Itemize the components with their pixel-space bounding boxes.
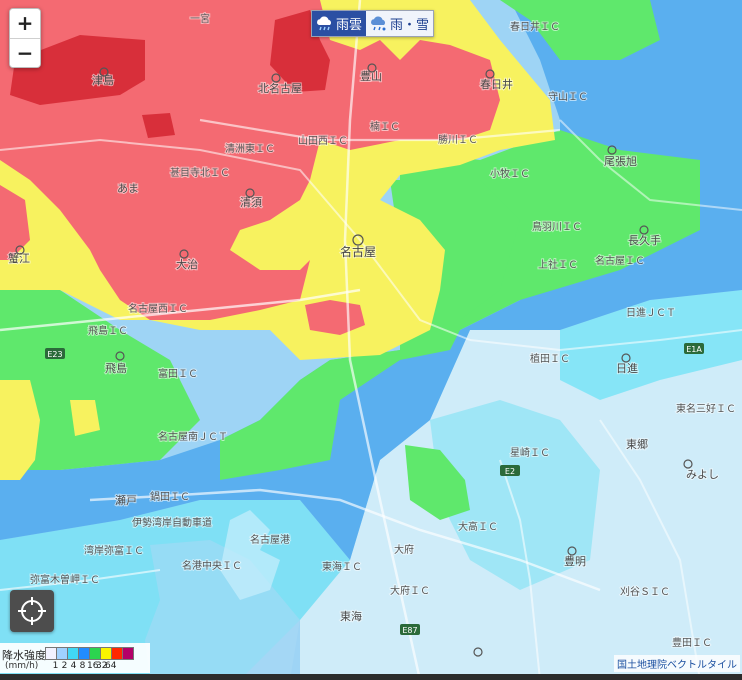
layer-switcher: 雨雲 雨・雪	[311, 10, 435, 37]
zoom-control: + −	[9, 8, 41, 68]
svg-text:大高ＩＣ: 大高ＩＣ	[458, 520, 498, 533]
svg-text:北名古屋: 北名古屋	[258, 81, 302, 95]
svg-text:富田ＩＣ: 富田ＩＣ	[158, 367, 198, 380]
svg-text:E1A: E1A	[686, 345, 702, 354]
svg-text:長久手: 長久手	[628, 233, 661, 247]
svg-text:清須: 清須	[240, 196, 262, 209]
svg-text:E2: E2	[505, 467, 515, 476]
rain-cloud-icon	[317, 15, 332, 30]
layer-rain-snow-label: 雨・雪	[390, 18, 430, 33]
svg-text:山田西ＩＣ: 山田西ＩＣ	[298, 135, 348, 147]
svg-text:日進ＪＣＴ: 日進ＪＣＴ	[626, 307, 676, 319]
svg-text:東海ＩＣ: 東海ＩＣ	[322, 560, 362, 573]
precip-zone-yellow-spot	[70, 400, 100, 436]
legend-tick: 1	[52, 661, 59, 671]
svg-text:小牧ＩＣ: 小牧ＩＣ	[490, 167, 530, 180]
svg-text:名古屋ＩＣ: 名古屋ＩＣ	[595, 254, 645, 267]
svg-text:楠ＩＣ: 楠ＩＣ	[370, 120, 400, 133]
svg-text:東名三好ＩＣ: 東名三好ＩＣ	[676, 402, 736, 415]
svg-text:蟹江: 蟹江	[8, 251, 30, 265]
legend-tick: 4	[70, 661, 77, 671]
layer-rain-snow-button[interactable]: 雨・雪	[366, 11, 434, 36]
svg-text:勝川ＩＣ: 勝川ＩＣ	[438, 133, 478, 146]
svg-text:伊勢湾岸自動車道: 伊勢湾岸自動車道	[132, 516, 212, 529]
svg-text:大府: 大府	[394, 543, 414, 556]
svg-text:津島: 津島	[92, 73, 114, 87]
legend-tick: 2	[61, 661, 68, 671]
layer-rain-cloud-label: 雨雲	[336, 18, 363, 33]
svg-text:春日井ＩＣ: 春日井ＩＣ	[510, 20, 560, 33]
legend-tick: 8	[79, 661, 86, 671]
svg-text:甚目寺北ＩＣ: 甚目寺北ＩＣ	[170, 167, 230, 179]
svg-text:湾岸弥富ＩＣ: 湾岸弥富ＩＣ	[84, 544, 144, 557]
bottom-bar	[0, 674, 742, 680]
precipitation-legend: 降水強度 (mm/h) 1 2 4 8 16 32 64	[0, 643, 150, 673]
layer-rain-cloud-button[interactable]: 雨雲	[312, 11, 367, 36]
zoom-in-button[interactable]: +	[10, 9, 40, 38]
legend-tick: 16	[87, 661, 99, 671]
precipitation-map[interactable]: E23 E1A E87 E2 一宮 春日井ＩＣ 津島 北名古屋 豊山 春日井 守…	[0, 0, 742, 680]
svg-text:大治: 大治	[176, 257, 198, 271]
svg-text:名港中央ＩＣ: 名港中央ＩＣ	[182, 559, 242, 572]
svg-text:豊明: 豊明	[564, 555, 586, 568]
svg-text:名古屋: 名古屋	[340, 244, 376, 259]
svg-text:名古屋港: 名古屋港	[250, 533, 290, 546]
svg-text:日進: 日進	[616, 362, 638, 375]
legend-ticks: 1 2 4 8 16 32 64	[51, 661, 117, 671]
svg-text:飛島ＩＣ: 飛島ＩＣ	[88, 324, 128, 337]
svg-text:名古屋西ＩＣ: 名古屋西ＩＣ	[128, 302, 188, 315]
svg-text:E87: E87	[402, 626, 417, 635]
svg-text:鳥羽川ＩＣ: 鳥羽川ＩＣ	[532, 220, 582, 233]
svg-text:大府ＩＣ: 大府ＩＣ	[390, 584, 430, 597]
svg-text:東郷: 東郷	[626, 437, 648, 451]
svg-text:春日井: 春日井	[480, 77, 513, 91]
map-attribution-link[interactable]: 国土地理院ベクトルタイル	[614, 655, 740, 672]
legend-swatch	[122, 647, 134, 660]
legend-tick: 32	[96, 661, 108, 671]
svg-text:一宮: 一宮	[190, 12, 210, 25]
svg-text:あま: あま	[117, 182, 139, 195]
current-location-button[interactable]	[10, 590, 54, 632]
legend-unit: (mm/h)	[5, 661, 39, 671]
svg-text:E23: E23	[47, 350, 62, 359]
svg-text:瀬戸: 瀬戸	[115, 493, 137, 507]
zoom-out-button[interactable]: −	[10, 38, 40, 67]
svg-text:上社ＩＣ: 上社ＩＣ	[538, 258, 578, 271]
svg-text:尾張旭: 尾張旭	[604, 154, 637, 168]
svg-text:豊田ＩＣ: 豊田ＩＣ	[672, 636, 712, 649]
svg-text:星崎ＩＣ: 星崎ＩＣ	[510, 446, 550, 459]
svg-text:守山ＩＣ: 守山ＩＣ	[548, 90, 588, 103]
rain-snow-cloud-icon	[371, 15, 386, 30]
svg-text:植田ＩＣ: 植田ＩＣ	[530, 352, 570, 365]
legend-swatches	[45, 647, 134, 660]
svg-text:名古屋南ＪＣＴ: 名古屋南ＪＣＴ	[158, 430, 228, 443]
svg-text:刈谷ＳＩＣ: 刈谷ＳＩＣ	[620, 585, 670, 598]
crosshair-icon	[18, 597, 46, 625]
svg-text:飛島: 飛島	[105, 361, 127, 375]
svg-text:鍋田ＩＣ: 鍋田ＩＣ	[150, 490, 190, 503]
svg-text:弥富木曽岬ＩＣ: 弥富木曽岬ＩＣ	[30, 573, 100, 586]
svg-text:みよし: みよし	[686, 468, 719, 481]
svg-text:清洲東ＩＣ: 清洲東ＩＣ	[225, 142, 275, 155]
svg-text:東海: 東海	[340, 609, 362, 623]
legend-tick: 64	[105, 661, 117, 671]
